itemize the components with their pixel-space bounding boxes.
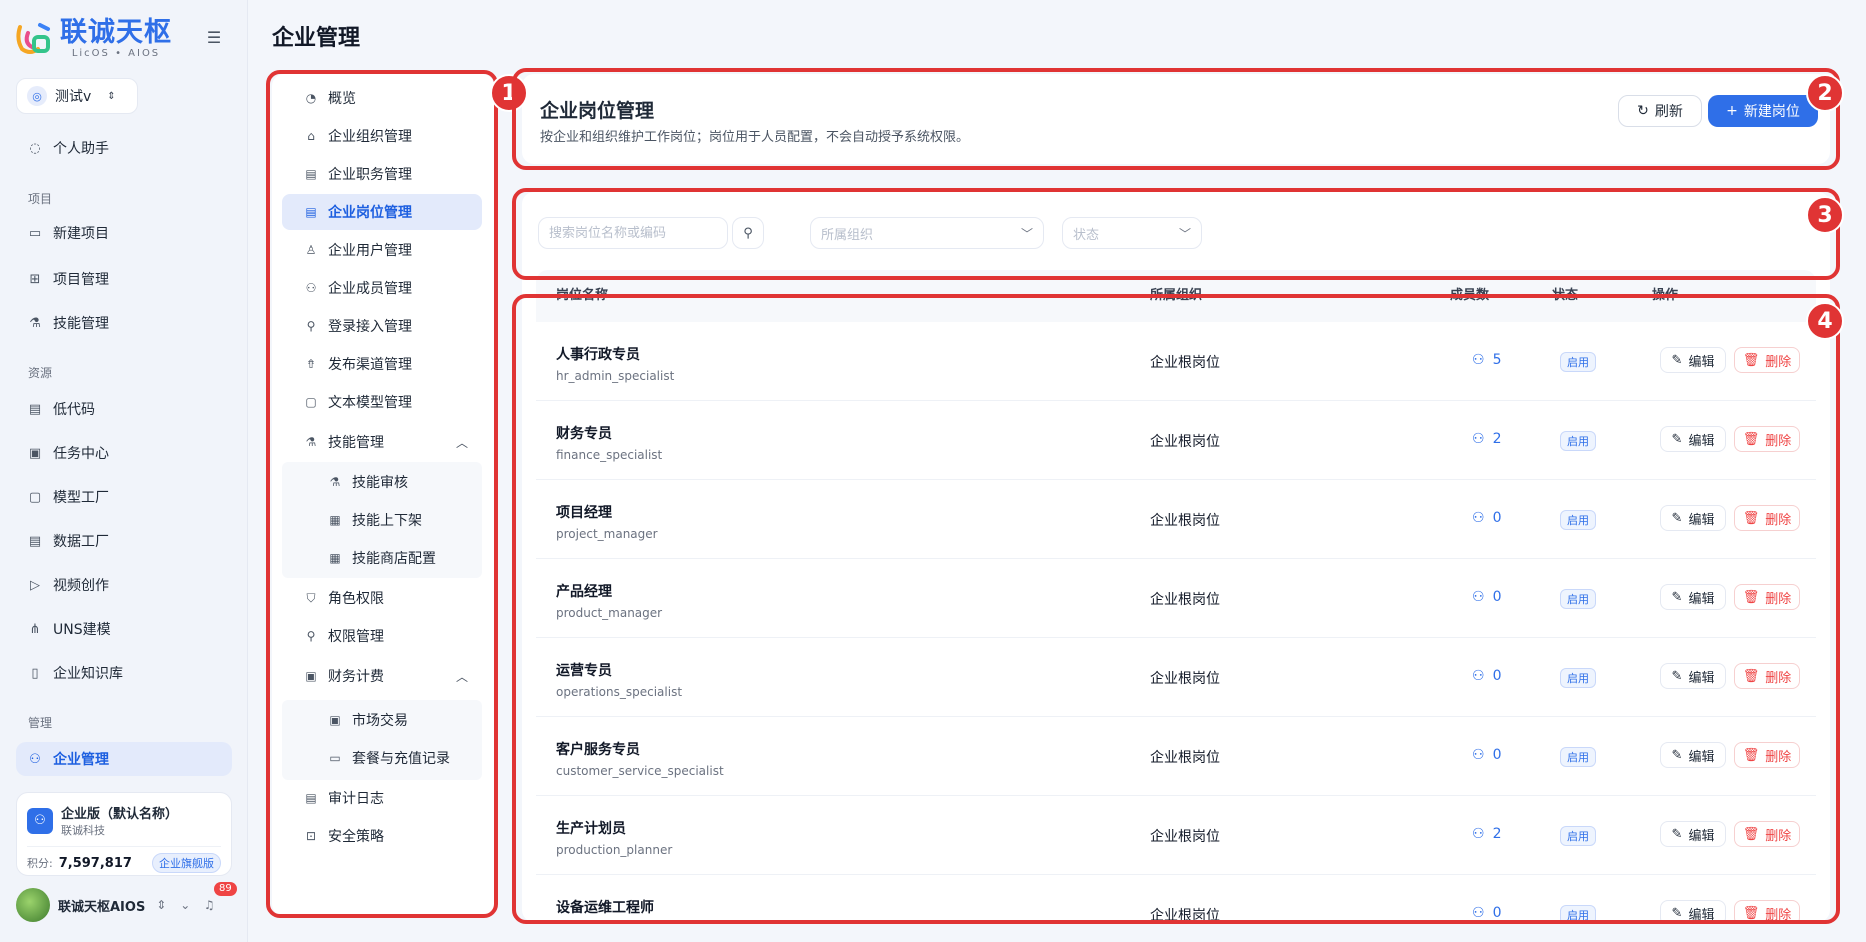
nav-label: 企业管理 [53, 752, 109, 768]
nav-label: 数据工厂 [53, 534, 109, 550]
plan-badge: 企业旗舰版 [152, 853, 221, 873]
workspace-name: 测试v [55, 89, 92, 105]
nav-task-center[interactable]: ▣ 任务中心 [16, 436, 232, 470]
nav-low-code[interactable]: ▤ 低代码 [16, 392, 232, 426]
collapse-sidebar-icon[interactable]: ☰ [205, 29, 223, 47]
nav-personal-assistant[interactable]: ◌ 个人助手 [16, 131, 232, 165]
nav-project-management[interactable]: ⊞ 项目管理 [16, 262, 232, 296]
page-title: 企业管理 [272, 26, 361, 51]
divider [27, 846, 221, 847]
points-value: 7,597,817 [58, 855, 132, 871]
logo-subtitle: LicOS • AIOS [71, 48, 161, 59]
notification-badge: 89 [214, 882, 237, 896]
flask-icon: ⚗ [29, 315, 41, 331]
organization-icon: ⚇ [27, 807, 53, 834]
nav-label: 任务中心 [53, 446, 109, 462]
nav-uns-modeling[interactable]: ⋔ UNS建模 [16, 612, 232, 646]
bell-icon[interactable]: ♫ [201, 898, 217, 912]
nav-section-resource: 资源 [28, 366, 53, 380]
workspace-switcher[interactable]: ◎ 测试v ⇕ [16, 78, 138, 114]
user-name: 联诚天枢AIOS [58, 899, 146, 915]
nav-label: 视频创作 [53, 578, 109, 594]
nav-section-manage: 管理 [28, 716, 53, 730]
monitor-icon: ▭ [28, 225, 42, 241]
chevron-updown-icon[interactable]: ⇕ [153, 898, 169, 912]
logo-title: 联诚天枢 [60, 17, 172, 48]
callout-box-2 [512, 68, 1840, 170]
callout-box-3 [512, 188, 1840, 280]
nav-section-project: 项目 [28, 192, 53, 206]
logo[interactable]: 联诚天枢 LicOS • AIOS [14, 18, 172, 59]
document-icon: ▤ [28, 401, 42, 417]
nav-label: 模型工厂 [53, 490, 109, 506]
callout-box-1 [266, 70, 498, 918]
nav-enterprise-management[interactable]: ⚇ 企业管理 [16, 742, 232, 776]
callout-number-2: 2 [1806, 74, 1844, 112]
user-bar: 联诚天枢AIOS ⇕ ⌄ ♫ 89 [16, 882, 242, 924]
nav-model-factory[interactable]: ▢ 模型工厂 [16, 480, 232, 514]
nav-label: UNS建模 [53, 622, 111, 638]
organization-card[interactable]: ⚇ 企业版（默认名称） 联诚科技 积分: 7,597,817 企业旗舰版 [16, 792, 232, 876]
callout-number-3: 3 [1806, 196, 1844, 234]
calendar-icon: ▣ [28, 445, 42, 461]
grid-icon: ⊞ [29, 271, 41, 287]
nav-new-project[interactable]: ▭ 新建项目 [16, 216, 232, 250]
robot-icon: ▢ [28, 489, 42, 505]
callout-box-4 [512, 294, 1840, 924]
nav-knowledge-base[interactable]: ▯ 企业知识库 [16, 656, 232, 690]
nav-video-creation[interactable]: ▷ 视频创作 [16, 568, 232, 602]
nav-label: 个人助手 [53, 141, 109, 157]
organization-name: 企业版（默认名称） [61, 807, 179, 822]
nav-label: 项目管理 [53, 272, 109, 288]
callout-number-4: 4 [1806, 302, 1844, 340]
video-icon: ▷ [30, 577, 40, 593]
workspace-avatar-icon: ◎ [27, 86, 47, 106]
points-label: 积分: [27, 857, 53, 870]
users-icon: ⚇ [29, 751, 41, 767]
organization-company: 联诚科技 [61, 824, 105, 837]
nav-label: 企业知识库 [53, 666, 123, 682]
chevron-down-circle-icon[interactable]: ⌄ [177, 898, 193, 912]
nav-skill-management[interactable]: ⚗ 技能管理 [16, 306, 232, 340]
network-icon: ⋔ [29, 621, 41, 637]
chat-icon: ◌ [29, 140, 41, 156]
nav-label: 低代码 [53, 402, 95, 418]
logo-icon [14, 19, 54, 59]
app-sidebar: 联诚天枢 LicOS • AIOS ☰ ◎ 测试v ⇕ ◌ 个人助手 项目 ▭ … [0, 0, 248, 942]
nav-data-factory[interactable]: ▤ 数据工厂 [16, 524, 232, 558]
nav-label: 技能管理 [53, 316, 109, 332]
chevron-updown-icon: ⇕ [107, 90, 116, 102]
database-icon: ▤ [28, 533, 42, 549]
nav-label: 新建项目 [53, 226, 109, 242]
book-icon: ▯ [31, 665, 39, 681]
avatar[interactable] [16, 888, 50, 922]
